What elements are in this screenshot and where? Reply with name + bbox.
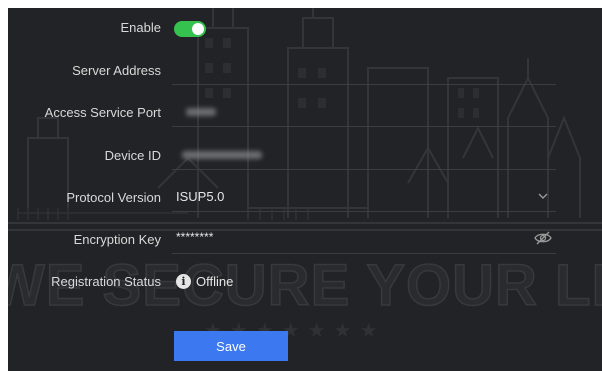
protocol-version-label: Protocol Version <box>66 190 161 205</box>
enable-toggle[interactable] <box>174 21 206 37</box>
access-service-port-field[interactable] <box>172 98 556 127</box>
info-icon: i <box>176 274 191 289</box>
device-id-field[interactable] <box>172 141 556 170</box>
platform-access-panel: WE SECURE YOUR LIFE ★★★★★★★ Enable Serve… <box>8 8 602 371</box>
encryption-key-field[interactable]: ******** <box>172 225 556 254</box>
toggle-knob <box>192 23 204 35</box>
redacted-port-value <box>186 108 216 116</box>
encryption-key-label: Encryption Key <box>73 232 161 247</box>
server-address-label: Server Address <box>72 63 161 78</box>
server-address-field[interactable] <box>172 56 556 85</box>
registration-status-label: Registration Status <box>51 274 161 289</box>
access-service-port-label: Access Service Port <box>44 105 161 120</box>
enable-label: Enable <box>120 20 161 35</box>
protocol-version-value: ISUP5.0 <box>176 189 225 204</box>
redacted-device-id <box>182 151 262 159</box>
registration-status-value: Offline <box>196 274 234 289</box>
save-button[interactable]: Save <box>174 331 288 361</box>
chevron-down-icon <box>538 193 548 199</box>
device-id-label: Device ID <box>104 148 161 163</box>
encryption-key-value: ******** <box>176 230 214 244</box>
protocol-version-select[interactable]: ISUP5.0 <box>172 183 556 212</box>
eye-off-icon[interactable] <box>534 230 552 246</box>
